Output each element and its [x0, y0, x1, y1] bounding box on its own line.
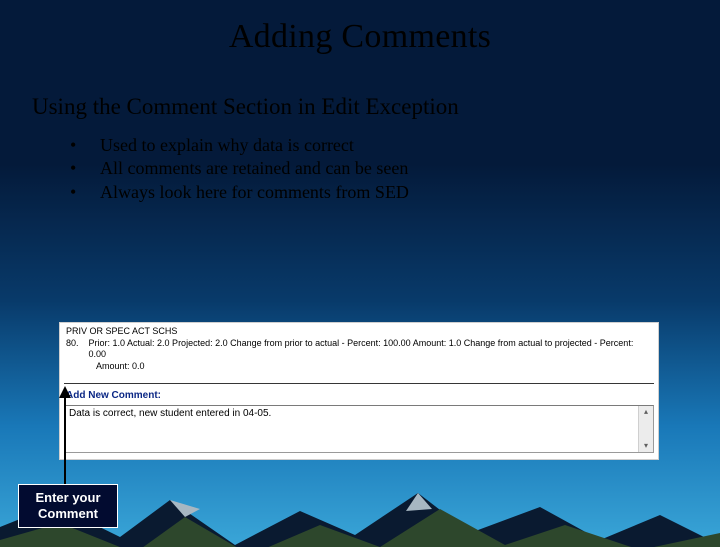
add-comment-label: Add New Comment: — [60, 384, 658, 405]
list-item: • Always look here for comments from SED — [70, 181, 720, 204]
bullet-list: • Used to explain why data is correct • … — [70, 134, 720, 204]
row-number: 80. — [66, 338, 79, 361]
arrow-icon — [59, 386, 89, 488]
slide-title: Adding Comments — [0, 18, 720, 56]
bullet-icon: • — [70, 157, 100, 180]
bullet-text: Used to explain why data is correct — [100, 134, 354, 157]
list-item: • All comments are retained and can be s… — [70, 157, 720, 180]
bullet-text: Always look here for comments from SED — [100, 181, 409, 204]
stats-text-line2: Amount: 0.0 — [96, 361, 652, 373]
callout-text: Enter your Comment — [23, 490, 113, 523]
stats-text: Prior: 1.0 Actual: 2.0 Projected: 2.0 Ch… — [89, 338, 652, 361]
section-heading: Using the Comment Section in Edit Except… — [32, 94, 720, 120]
scroll-up-icon[interactable]: ▴ — [639, 406, 653, 418]
panel-header: PRIV OR SPEC ACT SCHS 80. Prior: 1.0 Act… — [60, 323, 658, 379]
callout-label: Enter your Comment — [18, 484, 118, 528]
list-item: • Used to explain why data is correct — [70, 134, 720, 157]
comment-input-value: Data is correct, new student entered in … — [69, 408, 271, 419]
bullet-icon: • — [70, 181, 100, 204]
panel-header-label: PRIV OR SPEC ACT SCHS — [66, 326, 652, 338]
slide: Adding Comments Using the Comment Sectio… — [0, 18, 720, 547]
bullet-text: All comments are retained and can be see… — [100, 157, 408, 180]
bullet-icon: • — [70, 134, 100, 157]
comment-panel: PRIV OR SPEC ACT SCHS 80. Prior: 1.0 Act… — [59, 322, 659, 460]
